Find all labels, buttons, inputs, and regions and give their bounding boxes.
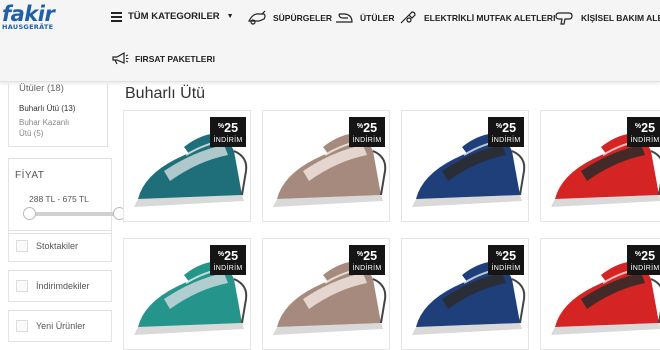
- nav-all-categories[interactable]: TÜM KATEGORILER ▼: [111, 11, 234, 22]
- discount-value: 25: [224, 249, 239, 263]
- discount-percent: %25: [627, 119, 660, 136]
- category-parent-link[interactable]: Ütüler (18): [19, 83, 107, 95]
- discount-badge: %25 İNDİRİM: [349, 245, 385, 275]
- discount-label: İNDİRİM: [630, 265, 660, 272]
- nav-item-deals-label: FIRSAT PAKETLERI: [135, 53, 215, 64]
- nav-item-irons-label: ÜTÜLER: [360, 12, 395, 23]
- in-stock-label: Stoktakiler: [36, 241, 79, 251]
- category-link-steam-station[interactable]: Buhar Kazanlı Ütü (5): [19, 117, 107, 139]
- discount-percent: %25: [210, 247, 246, 264]
- brand-name: fakir: [2, 2, 55, 26]
- mixer-icon: [400, 11, 416, 24]
- discount-label: İNDİRİM: [352, 265, 382, 272]
- hairdryer-icon: [555, 12, 573, 25]
- price-slider-min-handle[interactable]: [23, 207, 36, 220]
- in-stock-checkbox[interactable]: [16, 240, 28, 252]
- product-card[interactable]: %25 İNDİRİM: [262, 238, 390, 350]
- product-card[interactable]: %25 İNDİRİM: [401, 110, 529, 222]
- discount-badge: %25 İNDİRİM: [627, 117, 660, 147]
- chevron-down-icon: ▼: [226, 13, 234, 20]
- nav-item-personal-care-label: KİŞİSEL BAKIM ALETL: [581, 12, 660, 23]
- discount-badge: %25 İNDİRİM: [488, 245, 524, 275]
- category-link-steam-iron[interactable]: Buharlı Ütü (13): [19, 104, 107, 114]
- discount-percent: %25: [210, 119, 246, 136]
- site-header: fakir HAUSGERÄTE TÜM KATEGORILER ▼ SÜPÜR…: [0, 0, 660, 82]
- discount-percent: %25: [488, 247, 524, 264]
- discount-percent: %25: [349, 247, 385, 264]
- discount-value: 25: [224, 121, 239, 135]
- discount-value: 25: [641, 249, 656, 263]
- brand-logo[interactable]: fakir HAUSGERÄTE: [2, 4, 64, 32]
- nav-all-categories-label: TÜM KATEGORILER: [128, 11, 220, 22]
- page-title: Buharlı Ütü: [125, 85, 206, 102]
- discount-label: İNDİRİM: [352, 137, 382, 144]
- new-products-checkbox[interactable]: [16, 320, 28, 332]
- discounted-checkbox[interactable]: [16, 280, 28, 292]
- discount-value: 25: [502, 121, 517, 135]
- megaphone-icon: [112, 51, 129, 65]
- nav-item-vacuum-label: SÜPÜRGELER: [273, 12, 333, 23]
- vacuum-icon: [248, 10, 266, 25]
- discount-percent: %25: [349, 119, 385, 136]
- discount-percent: %25: [488, 119, 524, 136]
- menu-icon: [111, 11, 122, 22]
- discount-label: İNDİRİM: [213, 265, 243, 272]
- discount-badge: %25 İNDİRİM: [627, 245, 660, 275]
- price-range-label: 288 TL - 675 TL: [29, 194, 89, 204]
- discounted-label: İndirimdekiler: [36, 281, 90, 291]
- iron-icon: [336, 13, 353, 23]
- filter-sidebar: Ütüler (18) Buharlı Ütü (13) Buhar Kazan…: [0, 83, 126, 350]
- product-card[interactable]: %25 İNDİRİM: [401, 238, 529, 350]
- filter-in-stock[interactable]: Stoktakiler: [8, 230, 112, 262]
- discount-value: 25: [363, 121, 378, 135]
- discount-label: İNDİRİM: [630, 137, 660, 144]
- product-card[interactable]: %25 İNDİRİM: [540, 238, 660, 350]
- discount-value: 25: [502, 249, 517, 263]
- filter-new-products[interactable]: Yeni Ürünler: [8, 310, 112, 342]
- filter-discounted[interactable]: İndirimdekiler: [8, 270, 112, 302]
- product-card[interactable]: %25 İNDİRİM: [123, 110, 251, 222]
- discount-label: İNDİRİM: [491, 265, 521, 272]
- product-card[interactable]: %25 İNDİRİM: [262, 110, 390, 222]
- new-products-label: Yeni Ürünler: [36, 321, 86, 331]
- discount-badge: %25 İNDİRİM: [210, 117, 246, 147]
- discount-badge: %25 İNDİRİM: [210, 245, 246, 275]
- discount-badge: %25 İNDİRİM: [488, 117, 524, 147]
- discount-label: İNDİRİM: [491, 137, 521, 144]
- discount-badge: %25 İNDİRİM: [349, 117, 385, 147]
- price-filter: FİYAT 288 TL - 675 TL: [8, 158, 126, 234]
- discount-label: İNDİRİM: [213, 137, 243, 144]
- nav-item-vacuum[interactable]: SÜPÜRGELER: [247, 10, 332, 25]
- nav-item-kitchen-label: ELEKTRİKLİ MUTFAK ALETLERI: [424, 12, 556, 23]
- nav-item-deals[interactable]: FIRSAT PAKETLERI: [111, 51, 215, 66]
- nav-item-kitchen[interactable]: ELEKTRİKLİ MUTFAK ALETLERI: [398, 10, 555, 25]
- category-link-label: Buhar Kazanlı: [19, 118, 70, 127]
- price-slider-track[interactable]: [25, 212, 120, 216]
- category-filter: Ütüler (18) Buharlı Ütü (13) Buhar Kazan…: [8, 83, 108, 147]
- product-card[interactable]: %25 İNDİRİM: [123, 238, 251, 350]
- brand-subtitle: HAUSGERÄTE: [2, 23, 54, 31]
- category-link-label: Ütü (5): [19, 129, 44, 138]
- discount-percent: %25: [627, 247, 660, 264]
- discount-value: 25: [641, 121, 656, 135]
- price-filter-title: FİYAT: [15, 170, 45, 181]
- nav-item-irons[interactable]: ÜTÜLER: [334, 10, 394, 25]
- product-card[interactable]: %25 İNDİRİM: [540, 110, 660, 222]
- nav-item-personal-care[interactable]: KİŞİSEL BAKIM ALETL: [555, 10, 660, 25]
- discount-value: 25: [363, 249, 378, 263]
